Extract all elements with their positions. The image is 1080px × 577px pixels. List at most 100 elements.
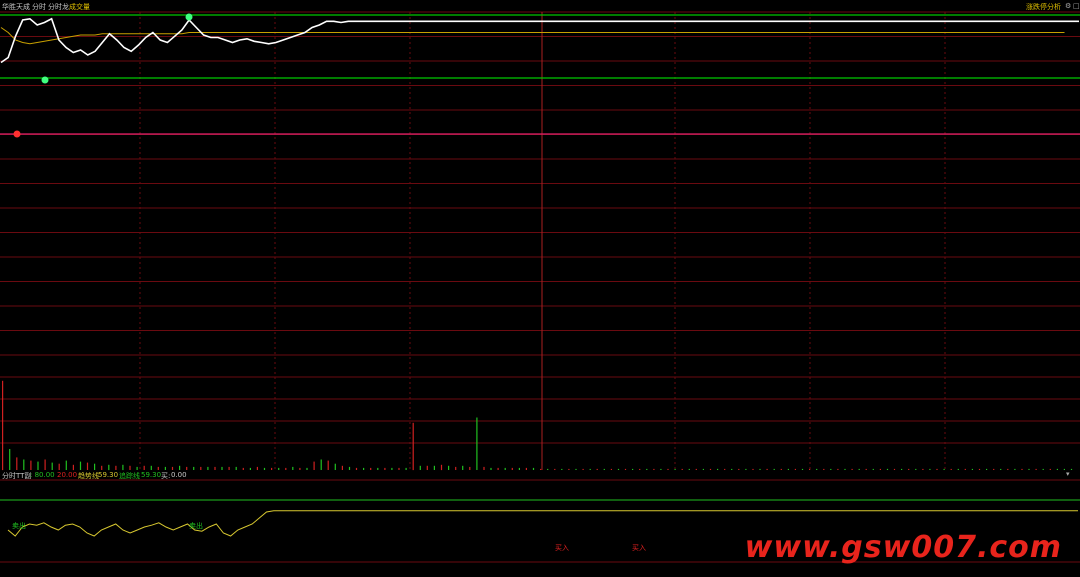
volume-bar: [893, 468, 896, 470]
signal-buy-label-2: 买入: [632, 544, 646, 552]
volume-bar: [433, 465, 435, 470]
volume-bar: [639, 468, 641, 470]
volume-bar: [1028, 468, 1030, 470]
collapse-icon[interactable]: ▾: [1066, 470, 1070, 478]
low-point-marker: [13, 130, 21, 138]
volume-bar: [844, 468, 846, 470]
volume-bar: [16, 457, 18, 470]
signal-sell-label-2: 卖出: [189, 522, 203, 530]
volume-bar: [86, 462, 89, 470]
volume-bar: [136, 466, 138, 470]
limit-analysis-link[interactable]: 涨跌停分析: [1026, 2, 1061, 12]
volume-bar: [263, 467, 266, 470]
volume-bars: [2, 380, 1073, 471]
volume-bar: [405, 467, 407, 470]
volume-bar: [830, 468, 832, 470]
volume-bar: [886, 468, 889, 470]
volume-bar: [412, 422, 414, 471]
volume-bar: [1042, 468, 1044, 470]
volume-bar: [950, 468, 952, 470]
volume-bar: [695, 468, 697, 470]
volume-bar: [674, 468, 676, 470]
volume-bar: [235, 466, 237, 470]
trend-label: 趋势线: [78, 472, 99, 480]
tab-volume[interactable]: 成交量: [69, 2, 90, 12]
volume-bar: [44, 459, 46, 470]
volume-bar: [355, 467, 358, 470]
volume-bar: [943, 468, 945, 470]
volume-bar: [313, 461, 315, 470]
signal-marks: [13, 13, 193, 138]
volume-bar: [865, 468, 867, 470]
intraday-chart: [0, 11, 1080, 563]
volume-bar: [511, 467, 513, 470]
trend-value: 59.30: [98, 471, 119, 479]
buy-label: 买:: [161, 472, 171, 480]
volume-bar: [193, 466, 195, 470]
signal-buy-label: 买入: [555, 544, 569, 552]
sub-val2: 20.00: [57, 471, 78, 479]
volume-bar: [858, 468, 860, 470]
volume-bar: [540, 468, 542, 470]
volume-bar: [150, 465, 152, 470]
volume-bar: [186, 466, 188, 470]
volume-bar: [738, 468, 740, 470]
volume-bar: [490, 467, 492, 470]
volume-bar: [773, 468, 775, 470]
volume-bar: [164, 466, 166, 470]
volume-bar: [617, 468, 620, 470]
avg-price-line: [0, 27, 1065, 45]
volume-bar: [278, 467, 280, 470]
volume-bar: [717, 468, 719, 470]
volume-bar: [51, 462, 53, 470]
volume-bar: [801, 468, 804, 470]
volume-bar: [582, 468, 584, 470]
volume-bar: [179, 465, 181, 470]
volume-bar: [688, 468, 690, 470]
volume-bar: [1035, 468, 1037, 470]
volume-bar: [30, 460, 32, 470]
volume-bar: [129, 465, 131, 470]
volume-bar: [285, 467, 287, 470]
volume-bar: [249, 467, 251, 470]
volume-bar: [299, 467, 301, 470]
volume-bar: [200, 466, 202, 470]
tab-intraday[interactable]: 分时: [32, 2, 46, 12]
volume-bar: [709, 468, 712, 470]
volume-bar: [589, 468, 591, 470]
volume-bar: [1049, 468, 1051, 470]
volume-bar: [554, 468, 556, 470]
volume-bar: [1014, 468, 1016, 470]
settings-icon[interactable]: ⚙: [1065, 2, 1071, 10]
volume-bar: [462, 465, 464, 470]
volume-bar: [653, 468, 655, 470]
window-icon[interactable]: □: [1073, 2, 1080, 10]
volume-bar: [532, 467, 535, 470]
volume-bar: [547, 468, 549, 470]
volume-bar: [724, 468, 726, 470]
volume-bar: [759, 468, 761, 470]
volume-bar: [929, 468, 931, 470]
volume-bar: [816, 468, 818, 470]
volume-bar: [610, 468, 612, 470]
volume-bar: [377, 467, 379, 470]
volume-bar: [79, 461, 82, 470]
price-line: [0, 17, 1079, 64]
volume-bar: [101, 465, 103, 470]
volume-bar: [469, 466, 471, 470]
signal-marker: [185, 13, 193, 21]
volume-bar: [823, 468, 825, 470]
volume-bar: [632, 468, 634, 470]
volume-bar: [1000, 468, 1002, 470]
volume-bar: [575, 468, 577, 470]
volume-bar: [256, 466, 258, 470]
tab-intraday-dragon[interactable]: 分时龙: [48, 2, 69, 12]
volume-bar: [448, 465, 450, 470]
volume-bar: [1021, 468, 1023, 470]
volume-bar: [901, 468, 903, 470]
volume-bar: [9, 449, 11, 470]
volume-bar: [207, 466, 209, 470]
volume-bar: [787, 468, 789, 470]
volume-bar: [702, 468, 704, 470]
volume-bar: [228, 466, 230, 470]
